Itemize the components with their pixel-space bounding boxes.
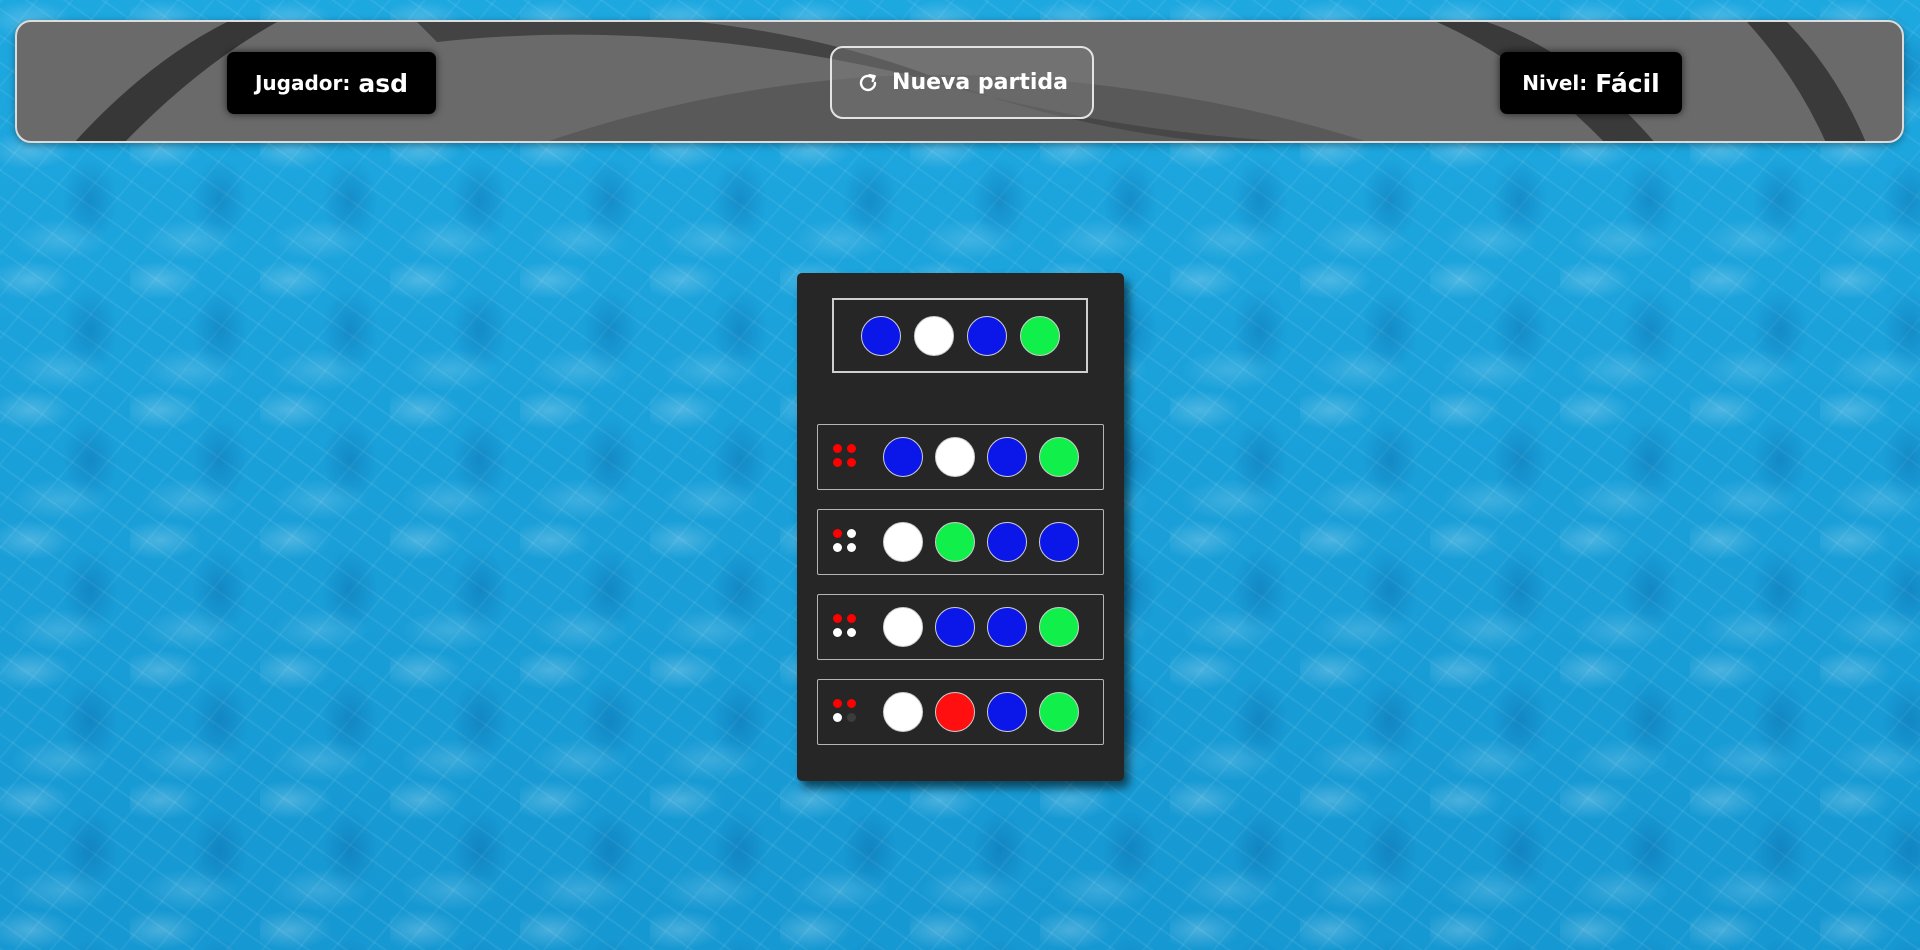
player-label: Jugador:: [254, 71, 351, 95]
hint-peg-red: [847, 614, 856, 623]
level-badge: Nivel: Fácil: [1500, 52, 1682, 114]
guess-peg-white: [883, 522, 923, 562]
guess-peg-green: [1039, 437, 1079, 477]
guess-peg-blue: [1039, 522, 1079, 562]
hint-peg-red: [833, 699, 842, 708]
attempt-row: [817, 679, 1104, 745]
refresh-icon: [856, 71, 880, 95]
guess-peg-blue: [987, 607, 1027, 647]
game-board: [797, 273, 1124, 781]
guess-peg-green: [1039, 607, 1079, 647]
guess-peg-blue: [883, 437, 923, 477]
guess-peg-green: [1039, 692, 1079, 732]
secret-peg-white: [914, 316, 954, 356]
guess-peg-white: [883, 692, 923, 732]
hint-peg-white: [847, 543, 856, 552]
hint-peg-red: [847, 699, 856, 708]
attempt-row: [817, 594, 1104, 660]
secret-peg-green: [1020, 316, 1060, 356]
level-label: Nivel:: [1522, 71, 1588, 95]
hint-peg-red: [833, 614, 842, 623]
hint-peg-red: [833, 529, 842, 538]
hint-peg-red: [847, 444, 856, 453]
hint-peg-red: [847, 458, 856, 467]
hint-peg-white: [847, 628, 856, 637]
secret-peg-blue: [861, 316, 901, 356]
guess-peg-blue: [987, 437, 1027, 477]
guess-peg-blue: [987, 692, 1027, 732]
hint-peg-empty: [847, 713, 856, 722]
secret-code-row: [832, 298, 1088, 373]
hint-peg-red: [833, 458, 842, 467]
player-name: asd: [358, 68, 409, 98]
hint-peg-white: [833, 543, 842, 552]
hint-peg-white: [833, 713, 842, 722]
secret-peg-blue: [967, 316, 1007, 356]
hint-peg-white: [847, 529, 856, 538]
hint-peg-red: [833, 444, 842, 453]
guess-peg-red: [935, 692, 975, 732]
guess-peg-green: [935, 522, 975, 562]
guess-peg-blue: [935, 607, 975, 647]
new-game-label: Nueva partida: [892, 70, 1068, 95]
attempt-row: [817, 509, 1104, 575]
top-bar: Jugador: asd Nueva partida Nivel: Fácil: [15, 20, 1904, 143]
level-value: Fácil: [1595, 68, 1660, 98]
guess-peg-white: [935, 437, 975, 477]
hint-peg-white: [833, 628, 842, 637]
attempt-row: [817, 424, 1104, 490]
guess-peg-blue: [987, 522, 1027, 562]
player-badge: Jugador: asd: [227, 52, 436, 114]
guess-peg-white: [883, 607, 923, 647]
new-game-button[interactable]: Nueva partida: [830, 46, 1094, 119]
